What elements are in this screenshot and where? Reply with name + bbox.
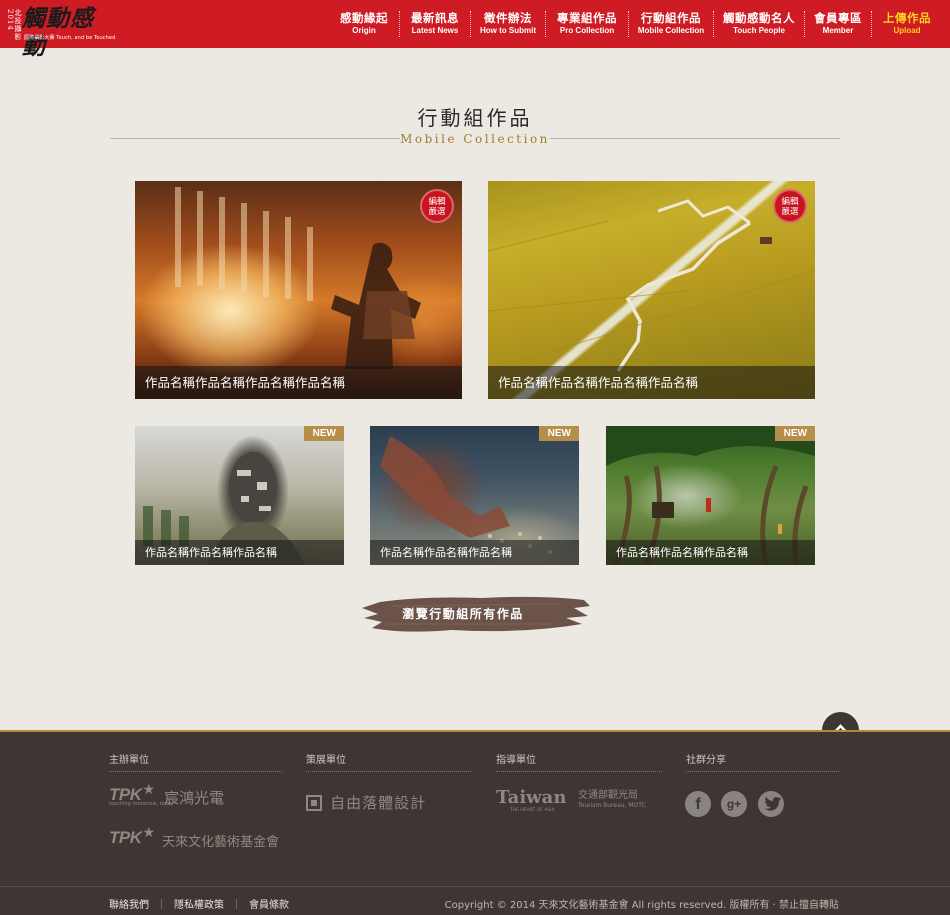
nav-item-label-en: How to Submit <box>480 26 536 35</box>
footer-col-curator: 策展單位 <box>306 752 471 772</box>
new-badge: NEW <box>774 426 815 441</box>
footer-heading: 主辦單位 <box>109 752 282 772</box>
editor-pick-badge: 編輯 嚴選 <box>773 189 807 223</box>
work-card[interactable]: NEW 作品名稱作品名稱作品名稱 <box>370 426 579 565</box>
link-divider <box>236 899 237 909</box>
nav-item-label-zh: 徵件辦法 <box>484 11 532 25</box>
privacy-policy-link[interactable]: 隱私權政策 <box>174 896 224 911</box>
footer-heading: 社群分享 <box>686 752 839 772</box>
nav-item-pro-collection[interactable]: 專業組作品 Pro Collection <box>546 0 628 48</box>
logo-subtitle: 國際攝影大賽 Touch, and be Touched <box>24 35 116 41</box>
tourism-bureau-name: 交通部觀光局 <box>578 790 638 801</box>
nav-item-label-en: Member <box>822 26 854 35</box>
main-nav: 感動緣起 Origin 最新訊息 Latest News 徵件辦法 How to Subm… <box>329 0 950 48</box>
nav-item-label-zh: 專業組作品 <box>557 11 617 25</box>
link-divider <box>161 899 162 909</box>
footer-bottom-bar: 聯絡我們 隱私權政策 會員條款 Copyright © 2014 天來文化藝術基… <box>0 886 950 915</box>
editor-pick-badge: 編輯 嚴選 <box>420 189 454 223</box>
nav-item-upload[interactable]: 上傳作品 Upload <box>872 0 942 48</box>
member-terms-link[interactable]: 會員條款 <box>249 896 289 911</box>
nav-item-touch-people[interactable]: 觸動感動名人 Touch People <box>714 0 804 48</box>
footer-heading: 指導單位 <box>496 752 662 772</box>
tourism-bureau-logo[interactable]: 交通部觀光局 Tourism Bureau, MOTC <box>578 790 646 810</box>
new-badge: NEW <box>538 426 579 441</box>
taiwan-wordmark: Taiwan <box>496 787 567 808</box>
nav-item-label-zh: 最新訊息 <box>411 11 459 25</box>
work-caption: 作品名稱作品名稱作品名稱 <box>370 540 579 565</box>
contact-us-link[interactable]: 聯絡我們 <box>109 896 149 911</box>
nav-item-label-en: Origin <box>352 26 376 35</box>
browse-all-mobile-works-button[interactable]: 瀏覽行動組所有作品 <box>362 594 592 636</box>
nav-item-label-en: Pro Collection <box>559 26 615 35</box>
google-plus-icon[interactable]: g+ <box>721 791 747 817</box>
tourism-bureau-en: Tourism Bureau, MOTC <box>578 802 646 809</box>
featured-work-card[interactable]: 編輯 嚴選 作品名稱作品名稱作品名稱作品名稱 <box>135 181 462 399</box>
taiwan-tagline: THE HEART OF ASIA <box>510 808 555 813</box>
nav-item-label-en: Latest News <box>411 26 459 35</box>
tpk-logo[interactable]: TPK★ 宸鴻光電 touching tomorrow, today <box>109 782 225 807</box>
browse-all-label: 瀏覽行動組所有作品 <box>402 607 524 621</box>
work-card[interactable]: NEW 作品名稱作品名稱作品名稱 <box>606 426 815 565</box>
facebook-icon[interactable]: f <box>685 791 711 817</box>
footer-col-advisor: 指導單位 <box>496 752 662 772</box>
nav-item-label-en: Touch People <box>733 26 785 35</box>
copyright-text: Copyright © 2014 天來文化藝術基金會 All rights re… <box>444 900 839 911</box>
section-title-zh: 行動組作品 <box>417 106 533 130</box>
section-title-en: Mobile Collection <box>400 132 550 146</box>
taiwan-logo[interactable]: Taiwan THE HEART OF ASIA <box>496 787 567 814</box>
nav-item-latest-news[interactable]: 最新訊息 Latest News <box>400 0 470 48</box>
nav-item-how-to-submit[interactable]: 徵件辦法 How to Submit <box>471 0 545 48</box>
nav-item-label-zh: 感動緣起 <box>340 11 388 25</box>
logo-brand: 觸動感動 <box>22 5 94 60</box>
nav-item-label-en: Upload <box>893 26 921 35</box>
section-title: 行動組作品 Mobile Collection <box>110 104 840 150</box>
nav-item-mobile-collection[interactable]: 行動組作品 Mobile Collection <box>629 0 713 48</box>
logo-vertical-text: 北投攝影 2014 <box>6 9 22 41</box>
work-card[interactable]: NEW 作品名稱作品名稱作品名稱 <box>135 426 344 565</box>
nav-item-label-zh: 會員專區 <box>814 11 862 25</box>
new-badge: NEW <box>303 426 344 441</box>
work-caption: 作品名稱作品名稱作品名稱 <box>135 540 344 565</box>
top-nav-bar: 北投攝影 2014 觸動感動 國際攝影大賽 Touch, and be Touc… <box>0 0 950 60</box>
nav-item-label-zh: 行動組作品 <box>641 11 701 25</box>
curator-name: 自由落體設計 <box>330 794 427 812</box>
curator-logo[interactable]: 自由落體設計 <box>306 792 426 813</box>
footer-heading: 策展單位 <box>306 752 471 772</box>
site-logo[interactable]: 北投攝影 2014 觸動感動 國際攝影大賽 Touch, and be Touc… <box>6 5 116 60</box>
tpk-company-name: 宸鴻光電 <box>164 789 225 807</box>
work-caption: 作品名稱作品名稱作品名稱 <box>606 540 815 565</box>
twitter-icon[interactable] <box>758 791 784 817</box>
work-caption: 作品名稱作品名稱作品名稱作品名稱 <box>135 366 462 399</box>
nav-item-member[interactable]: 會員專區 Member <box>805 0 871 48</box>
curator-mark-icon <box>306 794 322 811</box>
work-caption: 作品名稱作品名稱作品名稱作品名稱 <box>488 366 815 399</box>
footer-col-social: 社群分享 <box>686 752 839 772</box>
nav-item-label-zh: 觸動感動名人 <box>723 11 795 25</box>
site-footer: 主辦單位 TPK★ 宸鴻光電 touching tomorrow, today … <box>0 730 950 915</box>
footer-col-organizer: 主辦單位 <box>109 752 282 772</box>
foundation-name: 天來文化藝術基金會 <box>162 835 280 850</box>
nav-item-label-zh: 上傳作品 <box>883 11 931 25</box>
nav-item-label-en: Mobile Collection <box>637 26 705 35</box>
nav-item-origin[interactable]: 感動緣起 Origin <box>329 0 399 48</box>
foundation-logo[interactable]: TPK★ 天來文化藝術基金會 <box>109 825 280 850</box>
footer-links: 聯絡我們 隱私權政策 會員條款 <box>109 896 289 911</box>
featured-work-card[interactable]: 編輯 嚴選 作品名稱作品名稱作品名稱作品名稱 <box>488 181 815 399</box>
